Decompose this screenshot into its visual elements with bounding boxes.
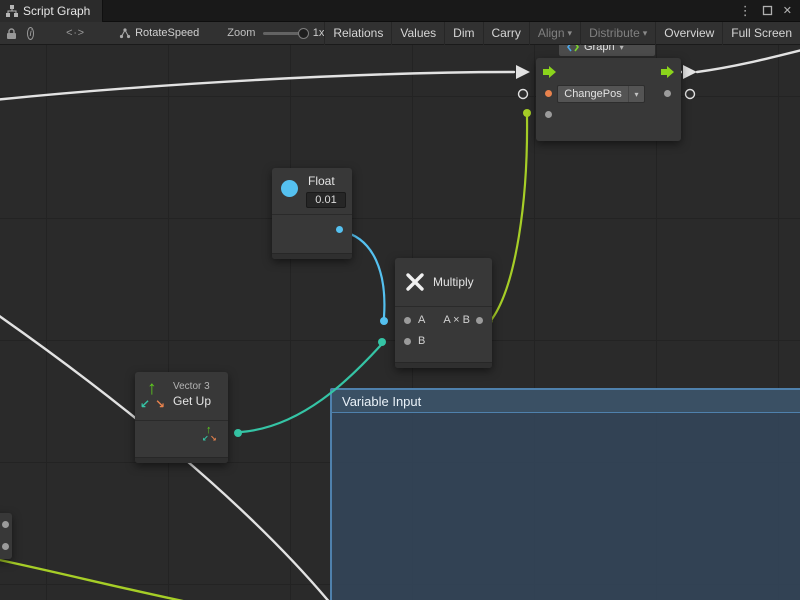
values-button[interactable]: Values xyxy=(391,22,444,45)
chevron-down-icon: ▾ xyxy=(628,86,644,102)
overview-button[interactable]: Overview xyxy=(655,22,722,45)
wire-multiply-to-setvar xyxy=(492,117,527,319)
dim-button[interactable]: Dim xyxy=(444,22,482,45)
flow-input-arrow-icon[interactable] xyxy=(542,65,557,79)
node-get-up[interactable]: ↑ ↙ ↘ Vector 3 Get Up ↑ ↙ ↘ xyxy=(135,372,228,463)
graph-asset-icon xyxy=(119,27,131,39)
node-footer xyxy=(395,362,492,368)
multiply-input-a-port[interactable] xyxy=(404,317,411,324)
zoom-value: 1x xyxy=(313,27,325,39)
chevron-down-icon: ▾ xyxy=(568,28,573,39)
flow-output-arrow-icon[interactable] xyxy=(660,65,675,79)
float-output-port[interactable] xyxy=(336,226,343,233)
multiply-output-port[interactable] xyxy=(476,317,483,324)
graph-reference[interactable]: RotateSpeed xyxy=(119,27,199,39)
group-title: Variable Input xyxy=(342,394,421,409)
titlebar: Script Graph ⋮ ✕ xyxy=(0,0,800,22)
input-b-label: B xyxy=(418,335,425,347)
dim-label: Dim xyxy=(453,26,474,40)
arrow-down-left-icon: ↙ xyxy=(202,434,209,443)
arrow-down-right-icon: ↘ xyxy=(155,397,165,411)
graph-name: RotateSpeed xyxy=(135,27,199,39)
offscreen-node[interactable] xyxy=(0,513,12,559)
close-icon[interactable]: ✕ xyxy=(783,0,792,22)
input-a-label: A xyxy=(418,314,425,326)
unity-script-graph-window: Script Graph ⋮ ✕ i <∙> xyxy=(0,0,800,600)
wire-bottom-left xyxy=(0,559,212,600)
variable-name: ChangePos xyxy=(558,86,628,102)
vector3-output-port[interactable]: ↑ ↙ ↘ xyxy=(202,425,219,445)
node-float[interactable]: Float xyxy=(272,168,352,259)
float-value-field[interactable] xyxy=(306,192,346,208)
group-variable-input: Variable Input xyxy=(330,388,800,600)
value-output-port[interactable] xyxy=(664,90,671,97)
chevron-down-icon: ▾ xyxy=(643,28,648,39)
wire-startpoint-vector xyxy=(234,429,242,437)
multiply-icon xyxy=(404,271,426,293)
offscreen-port-top[interactable] xyxy=(2,521,9,528)
arrow-down-right-icon: ↘ xyxy=(210,434,217,443)
graph-canvas[interactable]: Variable Input xyxy=(0,45,800,600)
node-set-variable[interactable]: ChangePos ▾ xyxy=(536,58,681,141)
align-button[interactable]: Align ▾ xyxy=(529,22,580,45)
script-graph-icon xyxy=(567,45,579,53)
variable-select[interactable]: ChangePos ▾ xyxy=(557,85,645,103)
lock-icon[interactable] xyxy=(5,22,17,45)
offscreen-port-bottom[interactable] xyxy=(2,543,9,550)
flow-arrowhead-in xyxy=(516,65,530,79)
toolbar-buttons: Relations Values Dim Carry Align ▾ Distr… xyxy=(324,22,800,45)
wire-endpoint-float xyxy=(380,317,388,325)
get-up-title: Get Up xyxy=(173,394,211,408)
wire-flow-in xyxy=(0,72,514,100)
zoom-slider-handle[interactable] xyxy=(298,28,309,39)
variable-input-port[interactable] xyxy=(545,90,552,97)
group-header[interactable]: Variable Input xyxy=(332,390,800,413)
node-multiply[interactable]: Multiply A A × B B xyxy=(395,258,492,368)
overview-label: Overview xyxy=(664,26,714,40)
carry-label: Carry xyxy=(492,26,521,40)
info-glyph: i xyxy=(30,28,32,38)
vector3-icon: ↑ ↙ ↘ xyxy=(140,380,170,418)
wire-flow-out xyxy=(697,49,800,72)
new-value-port[interactable] xyxy=(545,111,552,118)
chevron-down-icon: ▾ xyxy=(620,45,624,52)
relations-label: Relations xyxy=(333,26,383,40)
carry-button[interactable]: Carry xyxy=(483,22,529,45)
float-type-icon xyxy=(281,180,298,197)
info-icon[interactable]: i xyxy=(27,27,34,40)
maximize-icon[interactable] xyxy=(762,5,773,16)
value-ring-right[interactable] xyxy=(686,90,695,99)
multiply-input-b-port[interactable] xyxy=(404,338,411,345)
window-controls: ⋮ ✕ xyxy=(739,0,800,22)
relations-button[interactable]: Relations xyxy=(324,22,391,45)
value-ring-left[interactable] xyxy=(519,90,528,99)
fullscreen-button[interactable]: Full Screen xyxy=(722,22,800,45)
kebab-menu-icon[interactable]: ⋮ xyxy=(739,0,752,22)
zoom-label: Zoom xyxy=(227,27,255,39)
code-view-icon[interactable]: <∙> xyxy=(66,22,85,45)
output-label: A × B xyxy=(443,314,470,326)
multiply-title: Multiply xyxy=(433,275,474,289)
graph-breadcrumb[interactable]: Graph ▾ xyxy=(558,45,656,57)
distribute-label: Distribute xyxy=(589,26,640,40)
breadcrumb-label: Graph xyxy=(584,45,615,53)
distribute-button[interactable]: Distribute ▾ xyxy=(580,22,655,45)
flow-arrowhead-out xyxy=(683,65,697,79)
node-footer xyxy=(135,457,228,463)
values-label: Values xyxy=(400,26,436,40)
wire-endpoint-green xyxy=(523,109,531,117)
vector3-type-label: Vector 3 xyxy=(173,381,210,392)
fullscreen-label: Full Screen xyxy=(731,26,792,40)
float-title: Float xyxy=(308,174,335,188)
script-graph-tab-icon xyxy=(6,5,18,17)
wire-endpoint-vector xyxy=(378,338,386,346)
tab-script-graph[interactable]: Script Graph xyxy=(0,0,103,22)
toolbar: i <∙> RotateSpeed Zoom 1x Relations Valu… xyxy=(0,22,800,45)
node-footer xyxy=(272,253,352,259)
zoom-slider[interactable] xyxy=(263,32,306,35)
tab-label: Script Graph xyxy=(23,4,90,18)
align-label: Align xyxy=(538,26,565,40)
arrow-down-left-icon: ↙ xyxy=(140,397,150,411)
